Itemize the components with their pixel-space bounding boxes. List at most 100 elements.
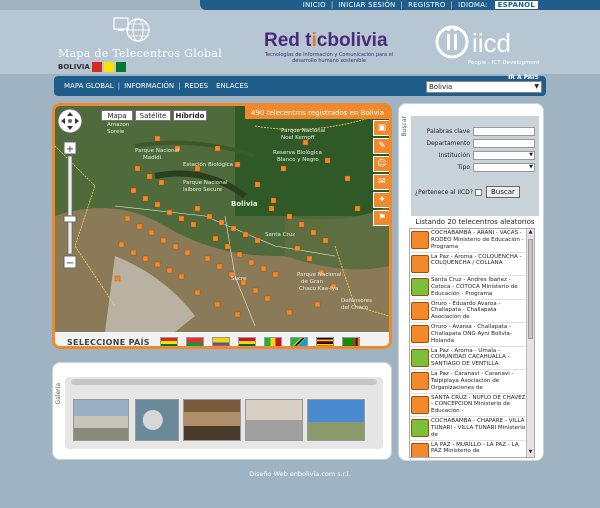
map-zoom-control[interactable]: + − (55, 106, 85, 270)
education-layer-icon[interactable]: ✉ (373, 174, 389, 190)
computer-icon (411, 254, 429, 273)
people-layer-icon[interactable]: ☺ (373, 156, 389, 172)
list-item-text: Oruro - Eduardo Avaroa - Challapata - Ch… (431, 300, 501, 321)
map-type-satelite-button[interactable]: Satélite (135, 110, 171, 121)
flag-uganda[interactable] (315, 336, 334, 346)
map-label-blanco-negro-2: Blanco y Negro (277, 157, 319, 163)
telecentro-count-banner: 490 telecentros registrados en Bolivia (245, 106, 389, 119)
svg-text:+: + (66, 144, 74, 155)
institucion-label: Institución (438, 151, 470, 159)
telecentro-map[interactable]: Amazon Soreie Parque Nacional Madidi Par… (55, 106, 389, 332)
nav-iniciar-sesion-link[interactable]: INICIAR SESIÓN (333, 1, 400, 9)
map-label-bolivia: Bolivia (231, 200, 258, 208)
country-label: BOLIVIA (58, 63, 90, 71)
network-layer-icon[interactable]: ✦ (373, 192, 389, 208)
map-label-santa-cruz: Santa Cruz (265, 232, 295, 238)
flag-bolivia[interactable] (159, 336, 178, 346)
list-item[interactable]: Oruro - Eduardo Avaroa - Challapata - Ch… (410, 300, 534, 323)
tools-layer-icon[interactable]: ✎ (373, 138, 389, 154)
map-label-madidi-2: Madidi (143, 155, 162, 161)
list-item-text: COCHABAMBA - ARANI - VACAS - RODEO Minis… (431, 230, 524, 250)
keywords-input[interactable] (473, 126, 535, 136)
gallery-photo-classroom[interactable] (183, 399, 241, 441)
gallery-photo-computers[interactable] (245, 399, 303, 441)
list-item[interactable]: Oruro - Avaroa - Challapata - Challapata… (410, 323, 534, 347)
people-computer-icon (411, 442, 429, 457)
chevron-down-icon: ▼ (534, 83, 539, 90)
departamento-label: Departamento (426, 139, 470, 147)
education-icon (411, 278, 429, 296)
scroll-down-icon[interactable]: ▼ (527, 449, 534, 457)
nav-mapa-global[interactable]: MAPA GLOBAL (60, 82, 118, 90)
map-type-hibrido-button[interactable]: Híbrido (173, 110, 207, 121)
institucion-select[interactable]: ▼ (473, 150, 535, 160)
country-selector-bar: SELECCIONE PAÍS (55, 332, 389, 346)
flag-zambia[interactable] (341, 336, 360, 346)
map-type-mapa-button[interactable]: Mapa (101, 110, 133, 121)
nav-redes[interactable]: REDES (181, 82, 213, 90)
nav-registro-link[interactable]: REGISTRO (403, 1, 450, 9)
iicd-mark-icon (435, 25, 469, 59)
computer-layer-icon[interactable]: ▣ (373, 120, 389, 136)
tipo-label: Tipo (457, 163, 470, 171)
departamento-input[interactable] (473, 138, 535, 148)
search-row-departamento: Departamento (411, 138, 535, 148)
gallery-photo-antenna[interactable] (307, 399, 365, 441)
iicd-name: iicd (472, 28, 512, 58)
nav-inicio-link[interactable]: INICIO (298, 1, 331, 9)
nav-informacion[interactable]: INFORMACIÓN (120, 82, 178, 90)
flag-mali[interactable] (263, 336, 282, 346)
flag-green-square (116, 62, 126, 72)
list-item[interactable]: LA PAZ - MURILLO - LA PAZ - LA PAZ Minis… (410, 441, 534, 457)
telecentro-count-text: 490 telecentros registrados en Bolivia (251, 108, 384, 117)
flag-tanzania[interactable] (289, 336, 308, 346)
other-layer-icon[interactable]: ⚑ (373, 210, 389, 226)
flag-burkina-faso[interactable] (185, 336, 204, 346)
map-label-kaa-iya-2: de Gran (301, 279, 324, 285)
telecentro-list: COCHABAMBA - ARANI - VACAS - RODEO Minis… (409, 228, 535, 458)
list-item[interactable]: Santa Cruz - Andres Ibañez - Cotoca - CO… (410, 276, 534, 300)
red-tic-bolivia-logo[interactable]: Red ticbolivia Tecnologías de Informació… (264, 30, 394, 74)
gallery-photo-building[interactable] (73, 399, 129, 441)
keywords-label: Palabras clave (426, 127, 470, 135)
partner-logo-subtitle: Tecnologías de Información y Comunicació… (264, 52, 394, 64)
search-row-tipo: Tipo ▼ (411, 162, 535, 172)
computer-icon (411, 325, 429, 343)
list-item[interactable]: COCHABAMBA - CHAPARE - VILLA TUNARI - VI… (410, 417, 534, 441)
scroll-thumb[interactable] (528, 239, 533, 339)
map-label-amazon: Amazon (107, 122, 130, 128)
list-item[interactable]: SANTA CRUZ - ÑUFLO DE CHÁVEZ - CONCEPCIO… (410, 394, 534, 417)
list-item[interactable]: La Paz - Aroma - COLQUENCHA - COLQUENCHA… (410, 253, 534, 276)
list-item[interactable]: La Paz - Aroma - Umala - COMUNIDAD CACAH… (410, 347, 534, 370)
list-item[interactable]: La Paz - Caranavi - Caranavi - Taipiplay… (410, 370, 534, 394)
list-item-text: La Paz - Aroma - COLQUENCHA - COLQUENCHA… (431, 253, 522, 267)
list-item[interactable]: COCHABAMBA - ARANI - VACAS - RODEO Minis… (410, 229, 534, 253)
gallery-strip (65, 377, 383, 449)
language-selector[interactable]: ESPAÑOL (494, 1, 538, 9)
list-scrollbar[interactable]: ▲ ▼ (526, 229, 534, 457)
buscar-button[interactable]: Buscar (485, 186, 520, 198)
nav-enlaces[interactable]: ENLACES (212, 82, 252, 90)
gallery-photo-satellite-dish[interactable] (135, 399, 179, 441)
country-select-value: Bolivia (429, 83, 453, 91)
site-logo[interactable]: Mapa de Telecentros Global BOLIVIA (56, 16, 226, 74)
education-icon (411, 419, 429, 437)
scroll-up-icon[interactable]: ▲ (527, 229, 534, 237)
country-select[interactable]: Bolivia ▼ (426, 81, 542, 93)
map-label-madidi: Parque Nacional (135, 148, 180, 154)
footer-credit[interactable]: Diseño Web enbolivia.com s.r.l. (0, 470, 600, 478)
tipo-select[interactable]: ▼ (473, 162, 535, 172)
flag-yellow-square (104, 62, 114, 72)
flag-ecuador[interactable] (211, 336, 230, 346)
svg-text:−: − (66, 258, 74, 269)
search-row-keywords: Palabras clave (411, 126, 535, 136)
map-label-defensores-2: del Chaco (341, 305, 369, 311)
partner-logo-text: Red ticbolivia (264, 30, 388, 51)
gallery-scrollbar[interactable] (71, 379, 377, 385)
map-label-isiboro-2: Isiboro Secure (183, 187, 223, 193)
search-row-institucion: Institución ▼ (411, 150, 535, 160)
flag-ghana[interactable] (237, 336, 256, 346)
list-item-text: SANTA CRUZ - ÑUFLO DE CHÁVEZ - CONCEPCIO… (431, 394, 526, 415)
iicd-logo[interactable]: iicd People - ICT Development (434, 24, 564, 72)
iicd-checkbox[interactable] (474, 188, 482, 196)
